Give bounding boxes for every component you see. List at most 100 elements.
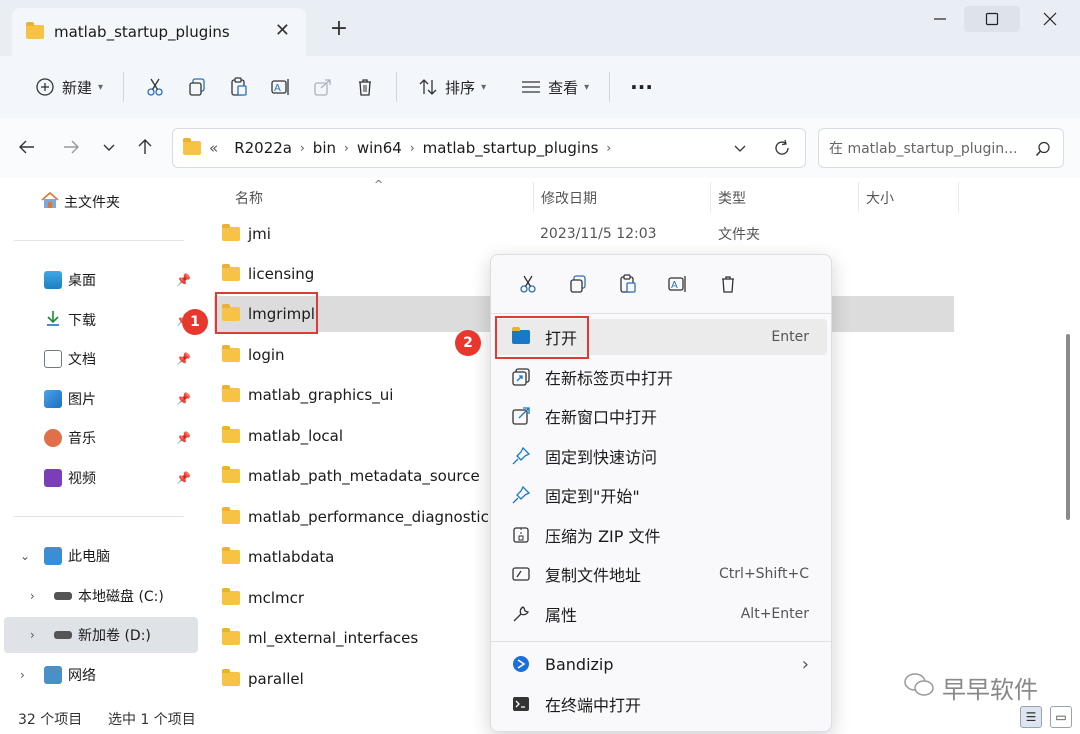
column-divider[interactable] (858, 182, 859, 212)
close-window-button[interactable] (1022, 6, 1078, 32)
menu-item-shortcut: Ctrl+Shift+C (719, 566, 809, 582)
menu-item-bandizip[interactable]: Bandizip › (497, 646, 827, 682)
new-tab-button[interactable]: + (326, 16, 352, 41)
copy-icon[interactable] (553, 269, 603, 299)
new-button[interactable]: 新建 ▾ (24, 67, 113, 107)
sidebar-item-documents[interactable]: 文档 📌 (0, 341, 194, 377)
sidebar-item-label: 图片 (68, 392, 96, 408)
breadcrumb-item[interactable]: bin (313, 139, 336, 157)
sidebar-item-this-pc[interactable]: ⌄ 此电脑 (0, 538, 194, 574)
sidebar-item-label: 本地磁盘 (C:) (78, 589, 164, 605)
back-arrow-icon[interactable] (18, 138, 36, 161)
menu-item-properties[interactable]: 属性 Alt+Enter (497, 596, 827, 632)
address-bar[interactable]: « R2022a › bin › win64 › matlab_startup_… (172, 128, 806, 168)
pin-icon (511, 446, 531, 466)
pin-icon[interactable]: 📌 (176, 431, 191, 445)
breadcrumb-item[interactable]: R2022a (234, 139, 292, 157)
paste-icon[interactable] (603, 269, 653, 299)
view-button[interactable]: 查看 ▾ (510, 67, 599, 107)
more-options-button[interactable]: ··· (620, 67, 663, 107)
sidebar-item-downloads[interactable]: 下载 📌 (0, 302, 194, 338)
close-tab-icon[interactable]: ✕ (275, 20, 290, 41)
menu-item-label: Bandizip (545, 654, 614, 674)
menu-item-open-terminal[interactable]: 在终端中打开 (497, 686, 827, 722)
column-divider[interactable] (533, 182, 534, 212)
sidebar-item-music[interactable]: 音乐 📌 (0, 420, 194, 456)
delete-button[interactable] (344, 67, 386, 107)
column-header-date[interactable]: 修改日期 (541, 188, 597, 208)
rename-icon[interactable]: A (653, 269, 703, 299)
column-divider[interactable] (958, 182, 959, 212)
sort-button[interactable]: 排序 ▾ (407, 67, 496, 107)
cut-icon[interactable] (503, 269, 553, 299)
share-button[interactable] (302, 67, 344, 107)
copy-icon (186, 76, 208, 98)
menu-item-open-new-tab[interactable]: 在新标签页中打开 (497, 359, 827, 395)
sidebar-item-label: 音乐 (68, 431, 96, 447)
sidebar-item-videos[interactable]: 视频 📌 (0, 460, 194, 496)
forward-arrow-icon[interactable] (62, 138, 80, 161)
column-divider[interactable] (710, 182, 711, 212)
menu-item-pin-start[interactable]: 固定到"开始" (497, 477, 827, 513)
sidebar-item-network[interactable]: › 网络 (0, 657, 194, 693)
sidebar-item-desktop[interactable]: 桌面 📌 (0, 262, 194, 298)
menu-item-label: 在新标签页中打开 (545, 369, 674, 388)
close-icon (1043, 12, 1057, 26)
chevron-right-icon[interactable]: › (30, 628, 35, 642)
breadcrumb-item[interactable]: matlab_startup_plugins (423, 139, 599, 157)
terminal-icon (511, 694, 531, 714)
menu-item-open-new-window[interactable]: 在新窗口中打开 (497, 398, 827, 434)
column-header-size[interactable]: 大小 (866, 188, 894, 208)
breadcrumb-overflow[interactable]: « (209, 139, 218, 157)
tab-title: matlab_startup_plugins (54, 23, 230, 41)
pin-icon[interactable]: 📌 (176, 392, 191, 406)
menu-item-copy-path[interactable]: 复制文件地址 Ctrl+Shift+C (497, 556, 827, 592)
pin-icon[interactable]: 📌 (176, 471, 191, 485)
maximize-button[interactable] (964, 6, 1020, 32)
details-view-icon[interactable]: ☰ (1020, 706, 1042, 728)
chevron-right-icon[interactable]: › (20, 668, 25, 682)
minimize-button[interactable] (912, 6, 968, 32)
sidebar-item-drive-c[interactable]: › 本地磁盘 (C:) (0, 578, 194, 614)
column-header-name[interactable]: 名称 (235, 188, 263, 208)
pin-icon[interactable]: 📌 (176, 352, 191, 366)
up-arrow-icon[interactable] (136, 138, 154, 161)
tiles-view-icon[interactable]: ▭ (1050, 706, 1072, 728)
breadcrumb-item[interactable]: win64 (357, 139, 402, 157)
callout-badge-1: 1 (182, 309, 208, 335)
folder-icon (222, 628, 240, 645)
column-header-type[interactable]: 类型 (718, 188, 746, 208)
folder-icon (222, 466, 240, 483)
view-label: 查看 (548, 78, 579, 97)
watermark-text: 早早软件 (942, 676, 1038, 704)
cut-button[interactable] (134, 67, 176, 107)
video-icon (44, 469, 62, 487)
menu-item-pin-quick-access[interactable]: 固定到快速访问 (497, 438, 827, 474)
chevron-right-icon[interactable]: › (30, 589, 35, 603)
vertical-scrollbar[interactable] (1066, 334, 1070, 520)
menu-item-compress-zip[interactable]: 压缩为 ZIP 文件 (497, 517, 827, 553)
tab-active[interactable]: matlab_startup_plugins ✕ (12, 8, 306, 56)
address-history-chevron-icon[interactable] (733, 141, 747, 159)
minimize-icon (934, 18, 946, 20)
drive-icon (54, 631, 72, 639)
sidebar-item-label: 主文件夹 (64, 195, 120, 211)
document-icon (44, 350, 62, 368)
sidebar-item-pictures[interactable]: 图片 📌 (0, 381, 194, 417)
paste-button[interactable] (218, 67, 260, 107)
sidebar-item-drive-d[interactable]: › 新加卷 (D:) (4, 617, 198, 653)
rename-button[interactable]: A (260, 67, 302, 107)
delete-icon[interactable] (703, 269, 753, 299)
search-placeholder: 在 matlab_startup_plugin... (829, 141, 1018, 157)
copy-button[interactable] (176, 67, 218, 107)
recent-chevron-icon[interactable] (102, 138, 116, 161)
refresh-icon[interactable] (773, 139, 791, 161)
sidebar-item-home[interactable]: 主文件夹 (40, 184, 190, 220)
menu-item-label: 属性 (545, 606, 578, 625)
file-row[interactable]: jmi 2023/11/5 12:03 文件夹 (214, 216, 954, 252)
folder-icon (26, 22, 44, 39)
chevron-down-icon[interactable]: ⌄ (20, 549, 30, 563)
search-input[interactable]: 在 matlab_startup_plugin... (818, 128, 1064, 168)
pin-icon[interactable]: 📌 (176, 273, 191, 287)
svg-text:A: A (274, 83, 281, 94)
